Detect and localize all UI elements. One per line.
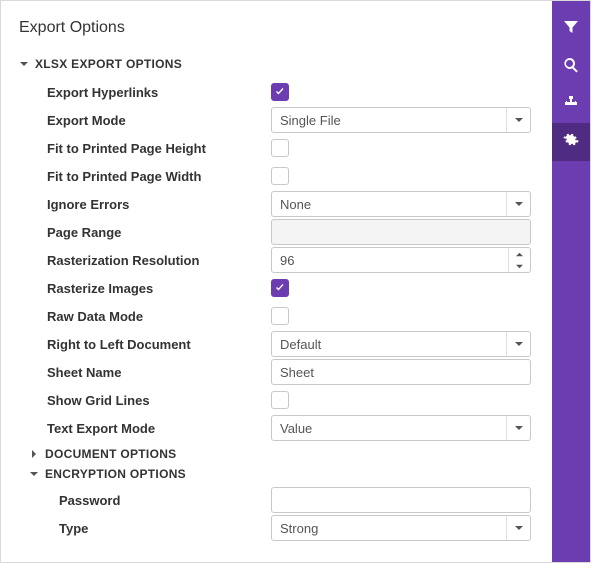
search-icon <box>563 57 579 76</box>
sidebar-settings[interactable] <box>552 123 590 161</box>
input-password[interactable] <box>271 487 531 513</box>
section-encryption-header[interactable]: ENCRYPTION OPTIONS <box>29 467 536 481</box>
checkbox-export-hyperlinks[interactable] <box>271 83 289 101</box>
checkbox-raster-images[interactable] <box>271 279 289 297</box>
section-document-header[interactable]: DOCUMENT OPTIONS <box>29 447 536 461</box>
caret-down-icon <box>506 192 530 216</box>
sidebar-filter[interactable] <box>552 9 590 47</box>
sidebar-search[interactable] <box>552 47 590 85</box>
label-text-mode: Text Export Mode <box>29 421 271 436</box>
label-export-mode: Export Mode <box>29 113 271 128</box>
panel-title: Export Options <box>19 19 536 37</box>
input-sheet-name-value: Sheet <box>280 365 314 380</box>
checkbox-raw-data[interactable] <box>271 307 289 325</box>
select-export-mode-value: Single File <box>280 113 504 128</box>
filter-icon <box>563 19 579 38</box>
chevron-right-icon <box>29 449 39 459</box>
caret-down-icon <box>506 108 530 132</box>
section-document-label: DOCUMENT OPTIONS <box>45 447 176 461</box>
sitemap-icon <box>563 95 579 114</box>
right-sidebar <box>552 1 590 562</box>
caret-down-icon <box>506 332 530 356</box>
section-xlsx-label: XLSX EXPORT OPTIONS <box>35 57 182 71</box>
label-sheet-name: Sheet Name <box>29 365 271 380</box>
select-ignore-errors[interactable]: None <box>271 191 531 217</box>
label-fit-width: Fit to Printed Page Width <box>29 169 271 184</box>
spin-up-button[interactable] <box>509 248 530 260</box>
spin-down-button[interactable] <box>509 260 530 272</box>
select-rtl-value: Default <box>280 337 504 352</box>
input-sheet-name[interactable]: Sheet <box>271 359 531 385</box>
label-enc-type: Type <box>41 521 271 536</box>
select-enc-type[interactable]: Strong <box>271 515 531 541</box>
input-page-range[interactable] <box>271 219 531 245</box>
select-text-mode-value: Value <box>280 421 504 436</box>
spin-raster-res[interactable]: 96 <box>271 247 531 273</box>
label-fit-height: Fit to Printed Page Height <box>29 141 271 156</box>
label-raster-images: Rasterize Images <box>29 281 271 296</box>
checkbox-fit-height[interactable] <box>271 139 289 157</box>
export-options-panel: Export Options XLSX EXPORT OPTIONS Expor… <box>1 1 552 562</box>
select-text-mode[interactable]: Value <box>271 415 531 441</box>
checkbox-fit-width[interactable] <box>271 167 289 185</box>
sidebar-tree[interactable] <box>552 85 590 123</box>
select-rtl[interactable]: Default <box>271 331 531 357</box>
spin-raster-res-value: 96 <box>280 253 504 268</box>
select-enc-type-value: Strong <box>280 521 504 536</box>
select-ignore-errors-value: None <box>280 197 504 212</box>
label-rtl: Right to Left Document <box>29 337 271 352</box>
section-encryption-label: ENCRYPTION OPTIONS <box>45 467 186 481</box>
label-password: Password <box>41 493 271 508</box>
chevron-down-icon <box>19 59 29 69</box>
caret-down-icon <box>506 416 530 440</box>
chevron-down-icon <box>29 469 39 479</box>
label-grid-lines: Show Grid Lines <box>29 393 271 408</box>
label-raster-res: Rasterization Resolution <box>29 253 271 268</box>
gear-icon <box>563 133 579 152</box>
label-export-hyperlinks: Export Hyperlinks <box>29 85 271 100</box>
label-page-range: Page Range <box>29 225 271 240</box>
select-export-mode[interactable]: Single File <box>271 107 531 133</box>
label-raw-data: Raw Data Mode <box>29 309 271 324</box>
section-xlsx-header[interactable]: XLSX EXPORT OPTIONS <box>19 57 536 71</box>
label-ignore-errors: Ignore Errors <box>29 197 271 212</box>
caret-down-icon <box>506 516 530 540</box>
checkbox-grid-lines[interactable] <box>271 391 289 409</box>
